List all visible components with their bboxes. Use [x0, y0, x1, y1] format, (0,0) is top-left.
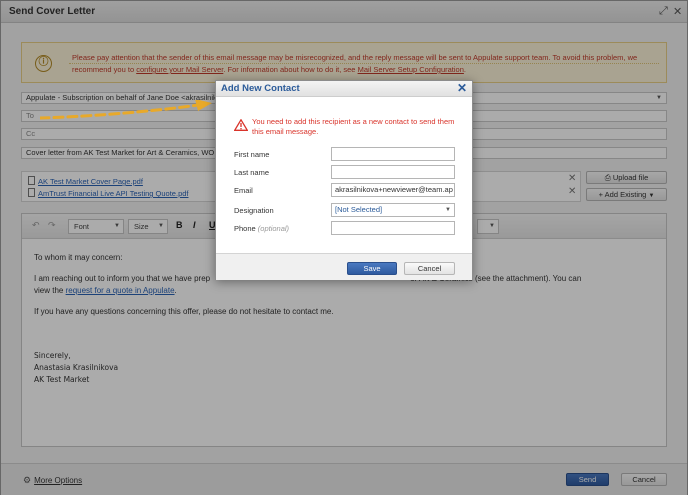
first-name-input[interactable] — [331, 147, 455, 161]
save-button[interactable]: Save — [347, 262, 397, 275]
phone-row: Phone (optional) — [234, 221, 458, 235]
error-text: You need to add this recipient as a new … — [252, 117, 455, 136]
designation-select[interactable]: [Not Selected] ▼ — [331, 203, 455, 217]
email-row: Email akrasilnikova+newviewer@team.ap — [234, 183, 458, 197]
last-name-label: Last name — [234, 168, 270, 177]
designation-row: Designation [Not Selected] ▼ — [234, 203, 458, 217]
close-icon[interactable]: ✕ — [457, 81, 467, 95]
chevron-down-icon: ▼ — [445, 207, 451, 213]
designation-label: Designation — [234, 206, 274, 215]
warning-triangle-icon — [234, 119, 248, 131]
dialog-header: Add New Contact ✕ — [216, 81, 472, 97]
add-new-contact-dialog: Add New Contact ✕ You need to add this r… — [215, 80, 473, 280]
annotation-arrow — [40, 100, 212, 120]
phone-label-text: Phone — [234, 224, 256, 233]
dialog-footer: Save Cancel — [216, 253, 472, 280]
first-name-row: First name — [234, 147, 458, 161]
cancel-button[interactable]: Cancel — [404, 262, 455, 275]
email-label: Email — [234, 186, 253, 195]
phone-label: Phone (optional) — [234, 224, 289, 233]
phone-input[interactable] — [331, 221, 455, 235]
email-input[interactable]: akrasilnikova+newviewer@team.ap — [331, 183, 455, 197]
phone-optional-hint: (optional) — [257, 224, 290, 233]
last-name-input[interactable] — [331, 165, 455, 179]
first-name-label: First name — [234, 150, 270, 159]
designation-value: [Not Selected] — [335, 205, 383, 214]
last-name-row: Last name — [234, 165, 458, 179]
dialog-title: Add New Contact — [221, 83, 300, 94]
